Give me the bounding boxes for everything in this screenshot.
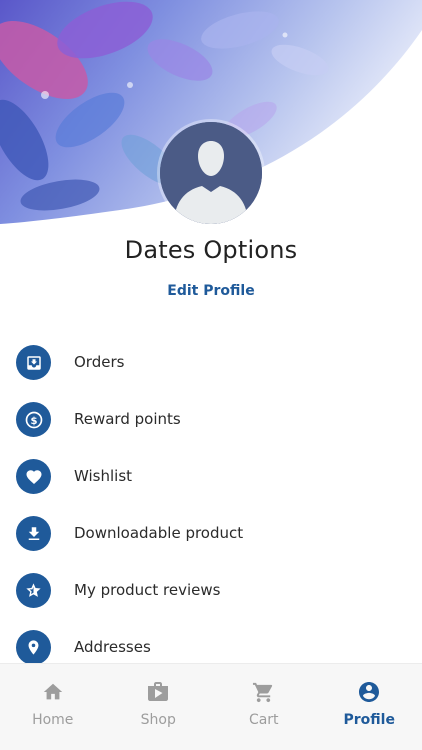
nav-label: Cart — [248, 712, 279, 728]
nav-item-home[interactable]: Home — [0, 664, 106, 750]
svg-text:$: $ — [30, 415, 37, 426]
cart-icon — [252, 681, 275, 703]
user-silhouette-icon — [160, 122, 262, 224]
menu-item-orders[interactable]: Orders — [0, 341, 422, 398]
menu-item-downloadable-product[interactable]: Downloadable product — [0, 512, 422, 569]
orders-inbox-icon — [16, 345, 51, 380]
profile-name: Dates Options — [124, 236, 298, 264]
menu-item-label: Addresses — [74, 638, 151, 656]
star-review-icon — [16, 573, 51, 608]
menu-item-wishlist[interactable]: Wishlist — [0, 455, 422, 512]
account-circle-icon — [357, 681, 381, 703]
menu-item-label: My product reviews — [74, 581, 221, 599]
menu-item-label: Wishlist — [74, 467, 133, 485]
menu-item-my-product-reviews[interactable]: My product reviews — [0, 569, 422, 626]
shop-bag-icon — [146, 681, 170, 703]
nav-item-shop[interactable]: Shop — [106, 664, 212, 750]
nav-item-cart[interactable]: Cart — [211, 664, 317, 750]
bottom-navigation: Home Shop Cart Profile — [0, 663, 422, 750]
nav-label: Shop — [140, 712, 176, 728]
download-icon — [16, 516, 51, 551]
menu-item-label: Orders — [74, 353, 125, 371]
edit-profile-link[interactable]: Edit Profile — [0, 283, 422, 299]
avatar[interactable] — [160, 122, 262, 224]
dollar-coin-icon: $ — [16, 402, 51, 437]
nav-item-profile[interactable]: Profile — [317, 664, 422, 750]
location-pin-icon — [16, 630, 51, 665]
heart-icon — [16, 459, 51, 494]
nav-label: Home — [32, 712, 74, 728]
home-icon — [42, 681, 64, 703]
menu-item-label: Reward points — [74, 410, 181, 428]
nav-label: Profile — [343, 712, 395, 728]
menu-item-label: Downloadable product — [74, 524, 244, 542]
menu-item-reward-points[interactable]: $ Reward points — [0, 398, 422, 455]
profile-menu: Orders $ Reward points Wishlist Download… — [0, 341, 422, 683]
